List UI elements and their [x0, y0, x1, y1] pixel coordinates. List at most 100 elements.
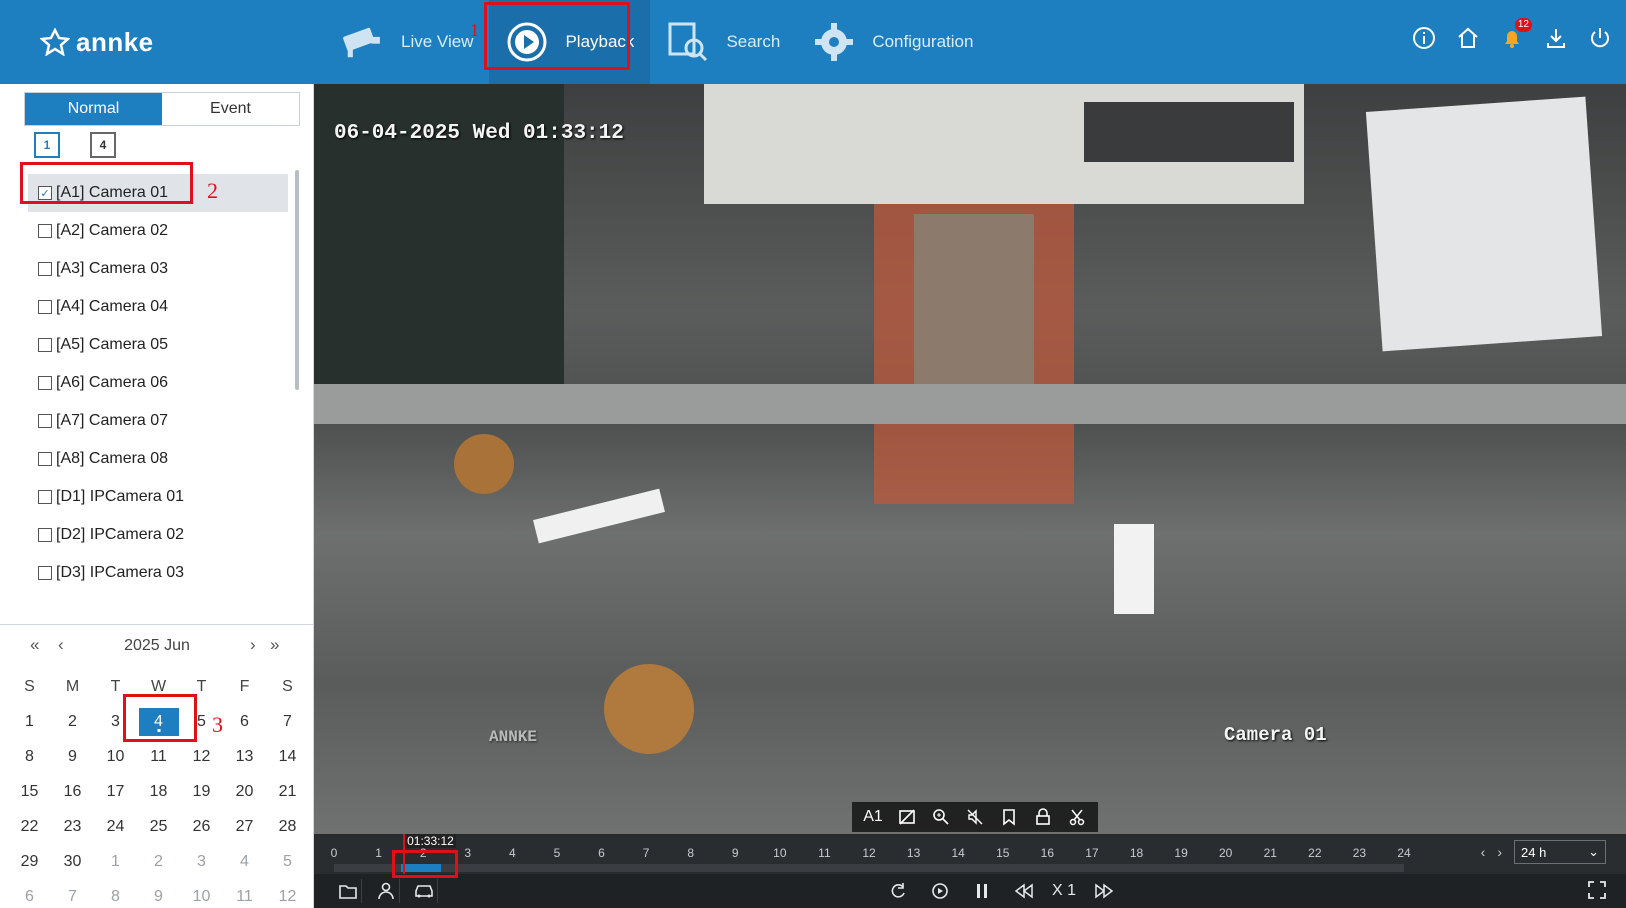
camera-item-d1[interactable]: [D1] IPCamera 01	[28, 478, 288, 516]
camera-item-a5[interactable]: [A5] Camera 05	[28, 326, 288, 364]
calendar-day[interactable]: 24	[94, 809, 137, 844]
split-1-button[interactable]: 1	[34, 132, 60, 158]
checkbox-icon[interactable]	[38, 338, 52, 352]
calendar-day[interactable]: 26	[180, 809, 223, 844]
camera-item-a3[interactable]: [A3] Camera 03	[28, 250, 288, 288]
calendar-day[interactable]: 7	[266, 704, 309, 739]
calendar-day[interactable]: 12	[266, 879, 309, 908]
playback-timeline[interactable]: 0 1 2 3 4 5 6 7 8 9 10 11 12 13 14 15 16 17 18 19 20 21 22 23 24…	[314, 834, 1626, 874]
calendar-day[interactable]: 18	[137, 774, 180, 809]
checkbox-icon[interactable]	[38, 376, 52, 390]
camera-item-d2[interactable]: [D2] IPCamera 02	[28, 516, 288, 554]
checkbox-icon[interactable]	[38, 566, 52, 580]
checkbox-icon[interactable]	[38, 452, 52, 466]
calendar-day[interactable]: 5	[266, 844, 309, 879]
lock-icon[interactable]	[1030, 804, 1056, 830]
calendar-day[interactable]: 2	[51, 704, 94, 739]
scrollbar-thumb[interactable]	[295, 170, 299, 390]
calendar-day[interactable]: 1	[8, 704, 51, 739]
mute-icon[interactable]	[962, 804, 988, 830]
pause-icon[interactable]	[968, 879, 996, 903]
slow-icon[interactable]	[926, 879, 954, 903]
calendar-day[interactable]: 11	[137, 739, 180, 774]
fullscreen-icon[interactable]	[1588, 881, 1606, 904]
calendar-day[interactable]: 6	[8, 879, 51, 908]
calendar-day[interactable]: 1	[94, 844, 137, 879]
timeline-track[interactable]	[334, 864, 1404, 872]
bell-icon[interactable]: 12	[1498, 18, 1532, 52]
camera-item-a1[interactable]: ✓ [A1] Camera 01	[28, 174, 288, 212]
calendar-day[interactable]: 25	[137, 809, 180, 844]
calendar-day[interactable]: 16	[51, 774, 94, 809]
calendar-day[interactable]: 11	[223, 879, 266, 908]
zoom-in-icon[interactable]	[928, 804, 954, 830]
calendar-day[interactable]: 27	[223, 809, 266, 844]
split-4-button[interactable]: 4	[90, 132, 116, 158]
calendar-day[interactable]: 22	[8, 809, 51, 844]
next-month-button[interactable]: ›	[250, 635, 256, 655]
camera-item-a2[interactable]: [A2] Camera 02	[28, 212, 288, 250]
zoom-prev-button[interactable]: ‹	[1481, 844, 1486, 860]
next-year-button[interactable]: »	[270, 635, 279, 655]
calendar-day[interactable]: 6	[223, 704, 266, 739]
playback-video[interactable]: 06-04-2025 Wed 01:33:12 Camera 01 ANNKE …	[314, 84, 1626, 834]
calendar-day[interactable]: 30	[51, 844, 94, 879]
calendar-day[interactable]: 21	[266, 774, 309, 809]
reverse-icon[interactable]	[884, 879, 912, 903]
camera-item-a4[interactable]: [A4] Camera 04	[28, 288, 288, 326]
nav-search[interactable]: Search	[650, 0, 796, 84]
calendar-day[interactable]: 5	[180, 704, 223, 739]
camera-item-a8[interactable]: [A8] Camera 08	[28, 440, 288, 478]
calendar-day[interactable]: 8	[94, 879, 137, 908]
calendar-day[interactable]: 14	[266, 739, 309, 774]
calendar-day[interactable]: 2	[137, 844, 180, 879]
nav-playback[interactable]: Playback	[489, 0, 651, 84]
checkbox-icon[interactable]	[38, 262, 52, 276]
rewind-icon[interactable]	[1010, 879, 1038, 903]
camera-item-d3[interactable]: [D3] IPCamera 03	[28, 554, 288, 592]
calendar-day[interactable]: 10	[180, 879, 223, 908]
calendar-day-selected[interactable]: 4	[137, 704, 180, 739]
power-icon[interactable]	[1586, 24, 1614, 52]
calendar-day[interactable]: 13	[223, 739, 266, 774]
checkbox-icon[interactable]	[38, 224, 52, 238]
calendar-day[interactable]: 9	[137, 879, 180, 908]
calendar-day[interactable]: 28	[266, 809, 309, 844]
scissors-icon[interactable]	[1064, 804, 1090, 830]
calendar-day[interactable]: 4	[223, 844, 266, 879]
calendar-day[interactable]: 7	[51, 879, 94, 908]
checkbox-icon[interactable]	[38, 414, 52, 428]
calendar-day[interactable]: 19	[180, 774, 223, 809]
bookmark-icon[interactable]	[996, 804, 1022, 830]
checkbox-icon[interactable]	[38, 528, 52, 542]
no-image-icon[interactable]	[894, 804, 920, 830]
nav-configuration[interactable]: Configuration	[796, 0, 989, 84]
calendar-day[interactable]: 15	[8, 774, 51, 809]
calendar-day[interactable]: 3	[94, 704, 137, 739]
camera-item-a6[interactable]: [A6] Camera 06	[28, 364, 288, 402]
checkbox-icon[interactable]	[38, 490, 52, 504]
calendar-day[interactable]: 29	[8, 844, 51, 879]
home-icon[interactable]	[1454, 24, 1482, 52]
tab-normal[interactable]: Normal	[25, 93, 162, 125]
camera-item-a7[interactable]: [A7] Camera 07	[28, 402, 288, 440]
calendar-day[interactable]: 10	[94, 739, 137, 774]
camera-list-scrollbar[interactable]	[295, 170, 299, 390]
checkbox-checked-icon[interactable]: ✓	[38, 186, 52, 200]
zoom-next-button[interactable]: ›	[1497, 844, 1502, 860]
timeline-scale-select[interactable]: 24 h ⌄	[1514, 840, 1606, 864]
calendar-day[interactable]: 12	[180, 739, 223, 774]
fast-forward-icon[interactable]	[1090, 879, 1118, 903]
checkbox-icon[interactable]	[38, 300, 52, 314]
calendar-day[interactable]: 17	[94, 774, 137, 809]
calendar-day[interactable]: 23	[51, 809, 94, 844]
calendar-day[interactable]: 9	[51, 739, 94, 774]
person-icon[interactable]	[372, 879, 400, 903]
nav-live-view[interactable]: Live View	[325, 0, 489, 84]
folder-icon[interactable]	[334, 879, 362, 903]
calendar-day[interactable]: 3	[180, 844, 223, 879]
tab-event[interactable]: Event	[162, 93, 299, 125]
car-icon[interactable]	[410, 879, 438, 903]
recording-segment[interactable]	[400, 864, 441, 872]
calendar-day[interactable]: 20	[223, 774, 266, 809]
